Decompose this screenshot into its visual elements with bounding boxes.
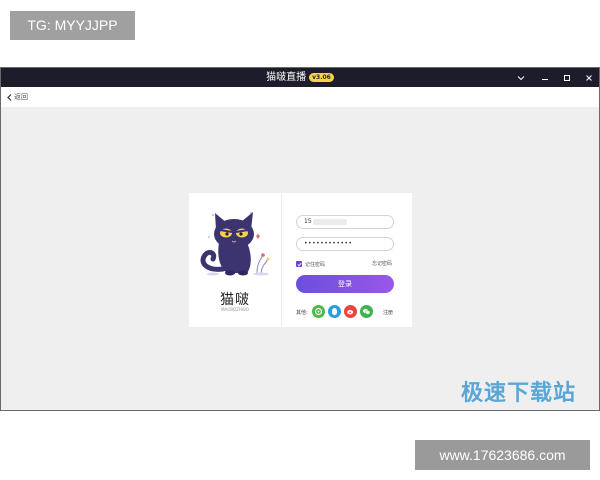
nav-bar: 返回 [1, 87, 599, 107]
chevron-down-icon [517, 75, 525, 80]
password-input[interactable]: •••••••••••• [296, 237, 394, 251]
weibo-icon [347, 310, 354, 315]
wechat-icon [363, 308, 371, 315]
watermark-tag: TG: MYYJJPP [10, 11, 135, 40]
maximize-button[interactable] [555, 68, 579, 87]
remember-label: 记住密码 [305, 261, 326, 268]
password-value: •••••••••••• [304, 240, 353, 247]
app-name: 猫啵直播 [266, 72, 307, 83]
maximize-icon [564, 74, 570, 81]
chevron-left-icon [7, 93, 12, 101]
screenshot-page: TG: MYYJJPP 猫啵直播 v3.06 返回 猫啵 MAOBOZHIBO … [0, 0, 600, 480]
dropdown-menu-button[interactable] [509, 68, 533, 87]
site-watermark: 极速下载站 [461, 381, 577, 406]
qq-icon [332, 308, 337, 315]
brand-subtitle: MAOBOZHIBO [221, 307, 249, 312]
title-bar[interactable]: 猫啵直播 v3.06 [1, 68, 599, 87]
phone-input[interactable]: 15 [296, 215, 394, 229]
login-button[interactable]: 登录 [296, 275, 394, 293]
other-login-label: 其他: [296, 310, 308, 316]
version-badge: v3.06 [309, 73, 334, 82]
register-link[interactable]: 注册 [383, 309, 393, 317]
remember-checkbox[interactable] [296, 261, 302, 267]
back-button[interactable]: 返回 [7, 87, 28, 107]
brand-name: 猫啵 [220, 292, 250, 308]
wechat-friends-icon [314, 307, 323, 316]
wechat-friends-login-button[interactable] [312, 305, 325, 318]
weibo-login-button[interactable] [344, 305, 357, 318]
login-card: 猫啵 MAOBOZHIBO 15 •••••••••••• 记住密码 忘记密码 … [189, 193, 412, 327]
cat-mascot-illustration [200, 212, 270, 276]
close-icon [586, 74, 592, 81]
minimize-button[interactable] [533, 68, 557, 87]
redacted-mask [312, 218, 347, 225]
app-window: 猫啵直播 v3.06 返回 猫啵 MAOBOZHIBO 15 •••••••••… [0, 67, 600, 411]
forgot-password-link[interactable]: 忘记密码 [372, 260, 392, 268]
remember-password: 记住密码 [296, 260, 325, 268]
url-watermark: www.17623686.com [415, 440, 590, 470]
check-icon [296, 262, 302, 266]
back-label: 返回 [14, 93, 28, 101]
minimize-icon [542, 78, 548, 80]
wechat-login-button[interactable] [360, 305, 373, 318]
close-button[interactable] [577, 68, 599, 87]
brand-panel: 猫啵 MAOBOZHIBO [189, 193, 282, 327]
phone-value: 15 [304, 218, 312, 225]
qq-login-button[interactable] [328, 305, 341, 318]
